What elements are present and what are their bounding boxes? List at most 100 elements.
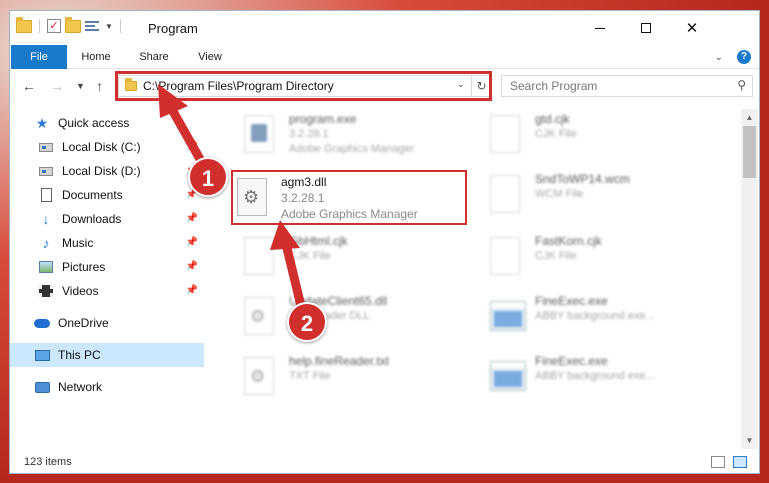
sidebar-item-label: Documents: [62, 188, 123, 202]
file-name: UpdateClient65.dll: [289, 294, 388, 308]
scroll-up-icon[interactable]: ▲: [741, 109, 758, 126]
minimize-icon: [595, 27, 605, 29]
list-item[interactable]: GbHtml.cjk CJK File: [220, 231, 450, 283]
sidebar-item-label: Videos: [62, 284, 99, 298]
sidebar-item-local-disk-d[interactable]: Local Disk (D:) 📌: [10, 159, 204, 183]
file-type: WCM File: [535, 188, 584, 200]
tab-view[interactable]: View: [190, 45, 230, 69]
pin-icon[interactable]: 📌: [186, 213, 198, 224]
pin-icon[interactable]: 📌: [186, 261, 198, 272]
search-box[interactable]: ⚲: [501, 75, 753, 97]
file-type: CJK File: [289, 250, 331, 262]
sidebar-item-pictures[interactable]: Pictures 📌: [10, 255, 204, 279]
file-type: CJK File: [535, 128, 577, 140]
file-type: ABBY background exe...: [535, 310, 655, 322]
folder-icon: [16, 16, 32, 33]
details-view-icon[interactable]: [711, 456, 725, 468]
tab-file[interactable]: File: [11, 45, 67, 69]
chevron-down-icon[interactable]: ▼: [105, 22, 113, 31]
list-item[interactable]: FastKorn.cjk CJK File: [466, 231, 696, 283]
list-item[interactable]: UpdateClient65.dll FineReader DLL: [220, 291, 450, 343]
list-item[interactable]: program.exe 3.2.28.1 Adobe Graphics Mana…: [220, 109, 450, 161]
file-icon: [244, 357, 274, 395]
forward-arrow-icon[interactable]: →: [50, 78, 64, 94]
back-arrow-icon[interactable]: ←: [22, 78, 36, 94]
sidebar-item-label: Downloads: [62, 212, 122, 226]
sidebar-item-quick-access[interactable]: ★ Quick access: [10, 111, 204, 135]
dll-file-icon: [244, 297, 274, 335]
separator: [119, 19, 121, 33]
file-icon: [490, 237, 520, 275]
file-name: FineExec.exe: [535, 294, 608, 308]
scroll-down-icon[interactable]: ▼: [741, 432, 758, 449]
maximize-icon: [641, 23, 651, 33]
large-icons-view-icon[interactable]: [733, 456, 747, 468]
program-file-icon: [244, 115, 274, 153]
scrollbar-thumb[interactable]: [743, 126, 756, 178]
refresh-icon[interactable]: ↻: [471, 76, 491, 96]
sidebar-item-label: Music: [62, 236, 94, 250]
sidebar-item-label: Local Disk (C:): [62, 140, 141, 154]
customize-toolbar-icon[interactable]: [85, 20, 101, 33]
list-item[interactable]: FineExec.exe ABBY background exe...: [466, 291, 696, 343]
status-bar: 123 items: [10, 451, 759, 473]
navigation-pane: ★ Quick access Local Disk (C:) 📌 Local D…: [10, 109, 204, 449]
address-path[interactable]: C:\Program Files\Program Directory: [143, 79, 334, 93]
pictures-icon: [38, 260, 54, 274]
pin-icon[interactable]: 📌: [186, 237, 198, 248]
file-name: program.exe: [289, 112, 357, 126]
window-title: Program: [148, 21, 198, 36]
view-switcher: [711, 456, 747, 468]
close-button[interactable]: ✕: [669, 11, 715, 45]
sidebar-item-music[interactable]: ♪ Music 📌: [10, 231, 204, 255]
new-folder-icon[interactable]: [65, 16, 81, 33]
pin-icon[interactable]: 📌: [186, 165, 198, 176]
videos-icon: [38, 284, 54, 298]
ribbon-tabs: File Home Share View ⌄ ?: [10, 45, 759, 69]
file-name: SndToWP14.wcm: [535, 172, 630, 186]
sidebar-item-documents[interactable]: Documents 📌: [10, 183, 204, 207]
expand-ribbon-chevron-icon[interactable]: ⌄: [715, 52, 723, 63]
properties-check-icon[interactable]: ✓: [47, 19, 61, 33]
sidebar-item-label: Network: [58, 380, 103, 394]
file-icon: [244, 237, 274, 275]
sidebar-item-this-pc[interactable]: This PC: [10, 343, 204, 367]
file-type: FineReader DLL: [289, 310, 370, 322]
sidebar-item-downloads[interactable]: ↓ Downloads 📌: [10, 207, 204, 231]
pin-icon[interactable]: 📌: [186, 285, 198, 296]
recent-locations-chevron-icon[interactable]: ▼: [76, 81, 85, 91]
address-dropdown-chevron-icon[interactable]: ⌄: [457, 79, 465, 90]
search-icon: ⚲: [737, 78, 746, 92]
file-list: program.exe 3.2.28.1 Adobe Graphics Mana…: [210, 109, 740, 449]
file-name: agm3.dll: [281, 175, 327, 189]
list-item[interactable]: FineExec.exe ABBY background exe...: [466, 351, 696, 403]
sidebar-item-onedrive[interactable]: OneDrive: [10, 311, 204, 335]
help-icon[interactable]: ?: [737, 50, 751, 64]
tab-share[interactable]: Share: [132, 45, 176, 69]
computer-icon: [34, 348, 50, 362]
highlighted-file-agm3-dll[interactable]: agm3.dll 3.2.28.1 Adobe Graphics Manager: [231, 170, 467, 225]
maximize-button[interactable]: [623, 11, 669, 45]
sidebar-item-videos[interactable]: Videos 📌: [10, 279, 204, 303]
search-input[interactable]: [510, 78, 720, 94]
pin-icon[interactable]: 📌: [186, 189, 198, 200]
file-icon: [490, 175, 520, 213]
tab-home[interactable]: Home: [74, 45, 118, 69]
sidebar-item-label: This PC: [58, 348, 101, 362]
list-item[interactable]: help.fineReader.txt TXT File: [220, 351, 450, 403]
list-item[interactable]: SndToWP14.wcm WCM File: [466, 169, 696, 221]
file-name: FineExec.exe: [535, 354, 608, 368]
sidebar-item-local-disk-c[interactable]: Local Disk (C:) 📌: [10, 135, 204, 159]
music-icon: ♪: [42, 235, 50, 251]
up-arrow-icon[interactable]: ↑: [96, 78, 103, 94]
exe-file-icon: [490, 301, 526, 331]
separator: [39, 19, 40, 33]
minimize-button[interactable]: [577, 11, 623, 45]
vertical-scrollbar[interactable]: ▲ ▼: [741, 109, 758, 449]
file-description: Adobe Graphics Manager: [289, 143, 415, 155]
list-item[interactable]: gtd.cjk CJK File: [466, 109, 696, 161]
pin-icon[interactable]: 📌: [186, 141, 198, 152]
item-count: 123 items: [24, 456, 72, 468]
sidebar-item-network[interactable]: Network: [10, 375, 204, 399]
address-bar[interactable]: C:\Program Files\Program Directory ⌄ ↻: [118, 75, 492, 97]
